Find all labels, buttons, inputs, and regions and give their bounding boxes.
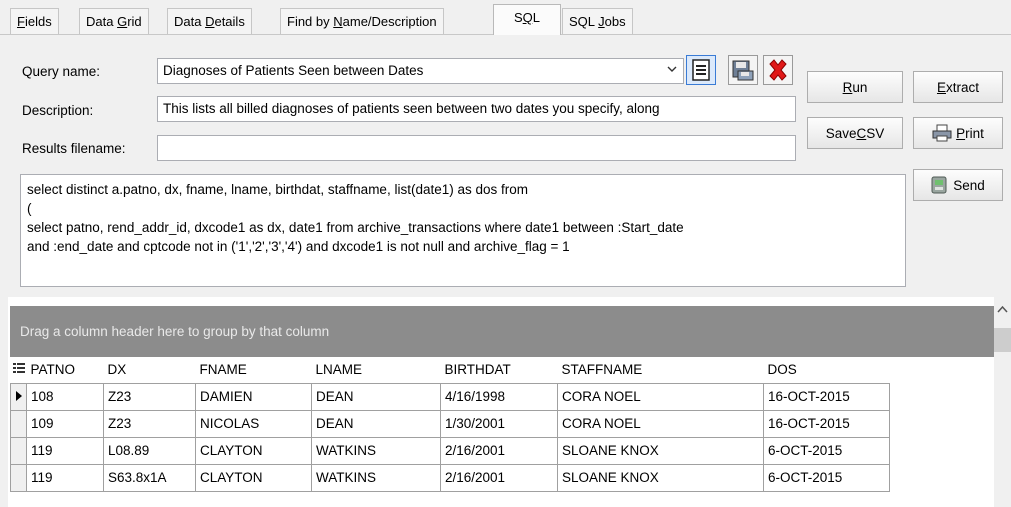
column-header-birthdat[interactable]: BIRTHDAT [440,357,558,383]
table-row[interactable]: 119 S63.8x1A CLAYTON WATKINS 2/16/2001 S… [10,463,890,492]
cell-staffname[interactable]: CORA NOEL [557,382,764,411]
column-chooser-cell[interactable] [10,357,27,383]
cell-dos[interactable]: 6-OCT-2015 [763,463,890,492]
row-indicator[interactable] [10,436,27,465]
sql-editor[interactable]: select distinct a.patno, dx, fname, lnam… [20,174,906,287]
tab-find-by-name[interactable]: Find by Name/Description [280,8,444,34]
column-chooser-icon[interactable] [12,362,25,374]
delete-query-button[interactable] [763,55,793,85]
printer-icon [932,124,952,142]
delete-icon [769,59,787,81]
tab-fields[interactable]: Fields [10,8,59,34]
cell-dx[interactable]: Z23 [103,382,196,411]
description-label: Description: [22,103,94,118]
header-row: PATNO DX FNAME LNAME BIRTHDAT STAFFNAME … [10,357,890,383]
save-query-button[interactable] [728,55,758,85]
chevron-down-icon[interactable] [667,64,677,74]
cell-fname[interactable]: NICOLAS [195,409,312,438]
cell-lname[interactable]: DEAN [311,409,441,438]
send-button[interactable]: Send [913,169,1003,201]
sql-panel: Query name: Diagnoses of Patients Seen b… [8,35,1011,293]
cell-patno[interactable]: 119 [26,463,104,492]
column-header-staffname[interactable]: STAFFNAME [557,357,764,383]
send-icon [931,176,947,194]
cell-fname[interactable]: CLAYTON [195,463,312,492]
table-row[interactable]: 119 L08.89 CLAYTON WATKINS 2/16/2001 SLO… [10,436,890,465]
results-filename-label: Results filename: [22,141,126,156]
cell-patno[interactable]: 109 [26,409,104,438]
cell-fname[interactable]: CLAYTON [195,436,312,465]
column-header-dos[interactable]: DOS [763,357,890,383]
cell-birthdat[interactable]: 1/30/2001 [440,409,558,438]
cell-dx[interactable]: S63.8x1A [103,463,196,492]
results-table: PATNO DX FNAME LNAME BIRTHDAT STAFFNAME … [10,357,890,492]
open-query-icon [692,59,710,81]
save-csv-button[interactable]: Save C SV [807,117,903,149]
column-header-patno[interactable]: PATNO [26,357,104,383]
table-row[interactable]: 108 Z23 DAMIEN DEAN 4/16/1998 CORA NOEL … [10,382,890,411]
cell-lname[interactable]: WATKINS [311,436,441,465]
scroll-up-icon[interactable] [997,305,1008,313]
cell-lname[interactable]: DEAN [311,382,441,411]
tab-data-details[interactable]: Data Details [167,8,252,34]
cell-lname[interactable]: WATKINS [311,463,441,492]
open-query-button[interactable] [686,55,716,85]
cell-fname[interactable]: DAMIEN [195,382,312,411]
tab-sql[interactable]: SQL [493,4,561,35]
cell-birthdat[interactable]: 2/16/2001 [440,436,558,465]
row-indicator[interactable] [10,382,27,411]
cell-staffname[interactable]: SLOANE KNOX [557,463,764,492]
run-button[interactable]: Run [807,71,903,103]
column-header-fname[interactable]: FNAME [195,357,312,383]
scrollbar-thumb[interactable] [994,328,1011,352]
results-grid: Drag a column header here to group by th… [8,297,1011,507]
save-query-icon [732,60,754,81]
column-header-dx[interactable]: DX [103,357,196,383]
cell-dos[interactable]: 6-OCT-2015 [763,436,890,465]
query-name-value: Diagnoses of Patients Seen between Dates [163,63,424,78]
row-indicator[interactable] [10,409,27,438]
group-by-panel[interactable]: Drag a column header here to group by th… [10,306,994,357]
cell-staffname[interactable]: SLOANE KNOX [557,436,764,465]
cell-patno[interactable]: 119 [26,436,104,465]
query-name-label: Query name: [22,64,101,79]
description-field[interactable]: This lists all billed diagnoses of patie… [157,96,796,122]
row-indicator[interactable] [10,463,27,492]
cell-dx[interactable]: Z23 [103,409,196,438]
cell-dx[interactable]: L08.89 [103,436,196,465]
current-row-arrow-icon [15,391,22,401]
results-filename-field[interactable] [157,135,796,161]
tab-bar: Fields Data Grid Data Details Find by Na… [0,0,1011,38]
cell-staffname[interactable]: CORA NOEL [557,409,764,438]
tab-sql-jobs[interactable]: SQL Jobs [562,8,633,34]
cell-birthdat[interactable]: 4/16/1998 [440,382,558,411]
table-row[interactable]: 109 Z23 NICOLAS DEAN 1/30/2001 CORA NOEL… [10,409,890,438]
query-name-combo[interactable]: Diagnoses of Patients Seen between Dates [157,58,684,84]
column-header-lname[interactable]: LNAME [311,357,441,383]
vertical-scrollbar[interactable] [994,297,1011,507]
cell-birthdat[interactable]: 2/16/2001 [440,463,558,492]
cell-dos[interactable]: 16-OCT-2015 [763,409,890,438]
cell-patno[interactable]: 108 [26,382,104,411]
print-button[interactable]: Print [913,117,1003,149]
extract-button[interactable]: Extract [913,71,1003,103]
cell-dos[interactable]: 16-OCT-2015 [763,382,890,411]
tab-data-grid[interactable]: Data Grid [79,8,149,34]
